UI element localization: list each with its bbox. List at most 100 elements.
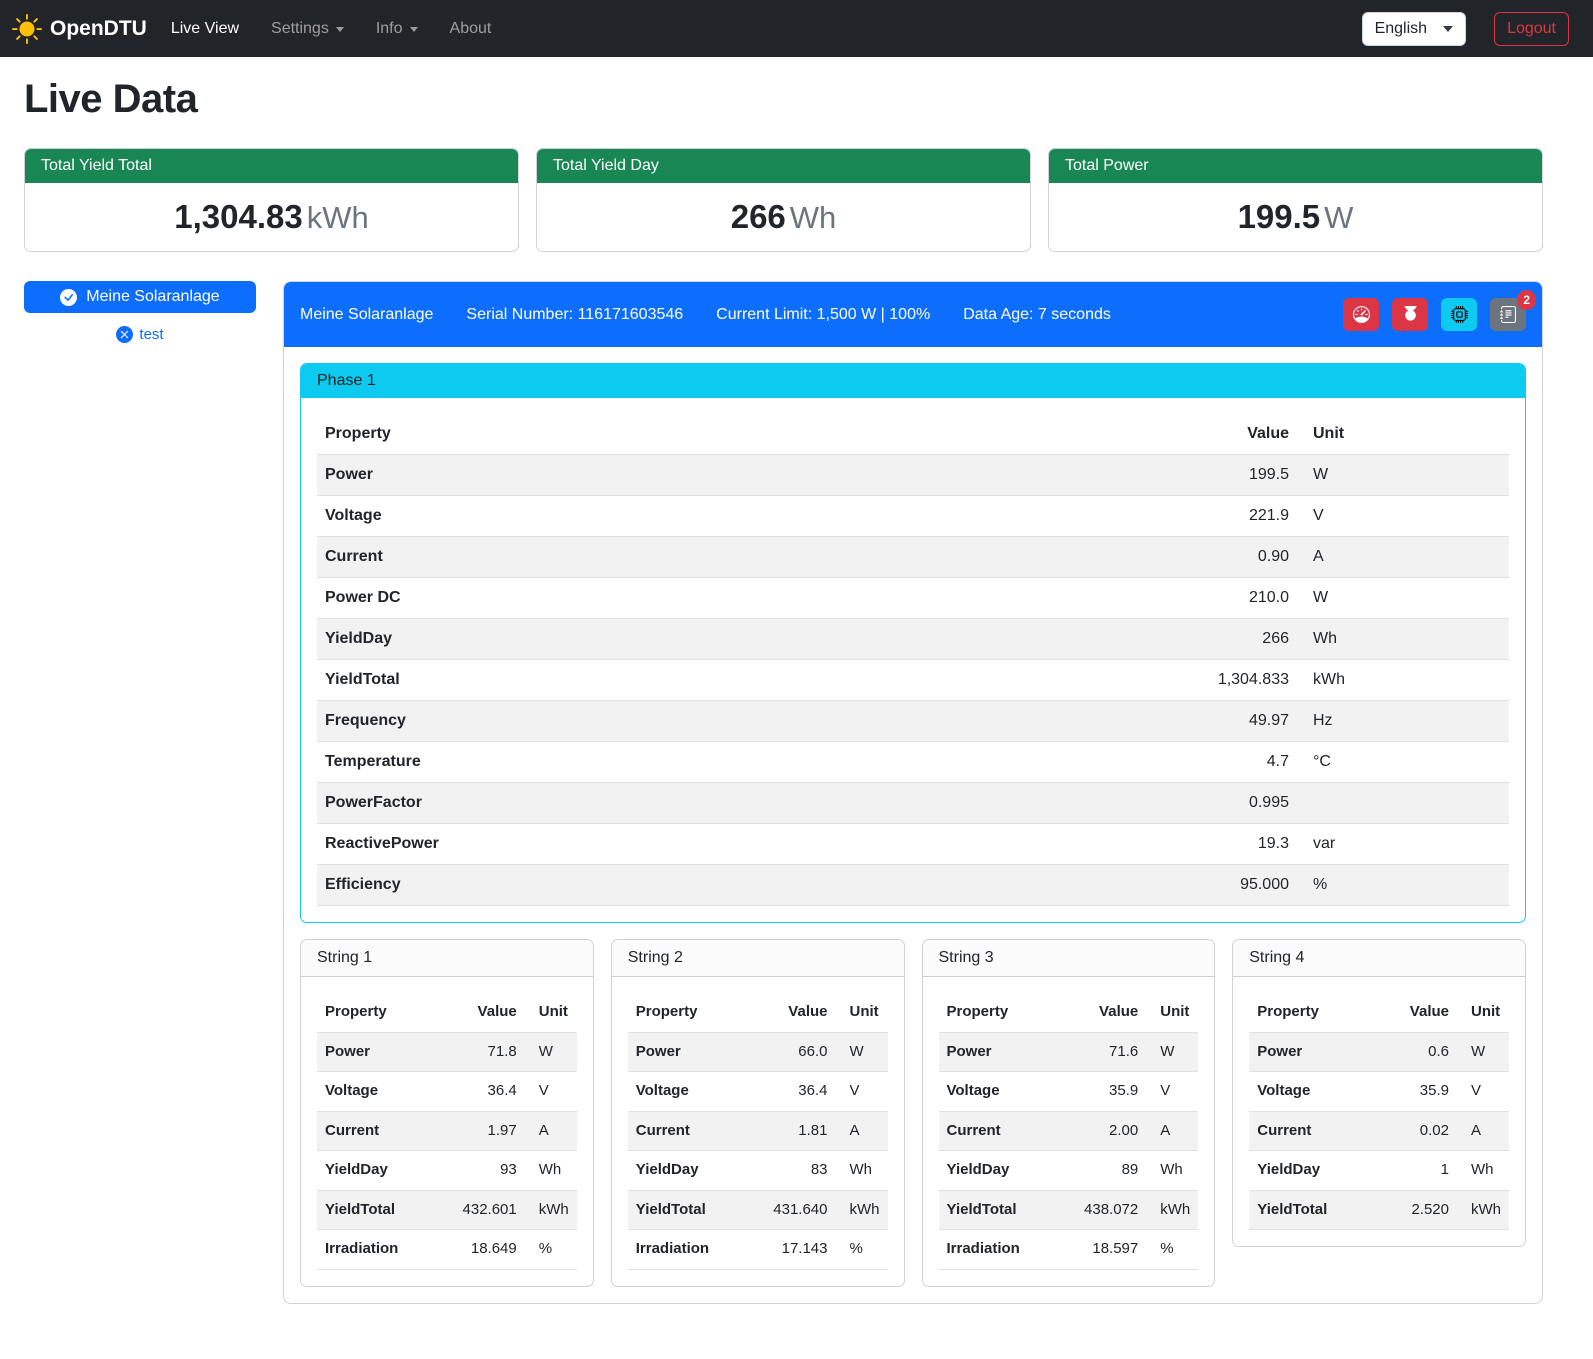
table-row: Voltage221.9V <box>317 496 1509 537</box>
property-cell: YieldDay <box>317 1151 433 1191</box>
property-cell: YieldDay <box>628 1151 744 1191</box>
property-cell: Frequency <box>317 701 903 742</box>
phase-title: Phase 1 <box>301 364 1525 398</box>
event-log-icon <box>1500 306 1517 323</box>
value-cell: 438.072 <box>1055 1190 1146 1230</box>
table-row: Power199.5W <box>317 455 1509 496</box>
summary-card-total-power: Total Power199.5W <box>1048 148 1543 252</box>
unit-cell: W <box>1297 455 1509 496</box>
brand[interactable]: OpenDTU <box>12 14 147 44</box>
table-row: Power0.6W <box>1249 1032 1509 1072</box>
col-property: Property <box>317 414 903 455</box>
check-circle-icon <box>60 289 77 306</box>
table-row: Current1.81A <box>628 1111 888 1151</box>
property-cell: PowerFactor <box>317 783 903 824</box>
string-card-body: PropertyValueUnitPower71.8WVoltage36.4VC… <box>301 977 593 1286</box>
col-unit: Unit <box>836 993 888 1032</box>
logout-button[interactable]: Logout <box>1494 12 1569 46</box>
table-row: Irradiation18.649% <box>317 1230 577 1270</box>
nav-item-settings[interactable]: Settings <box>255 12 360 46</box>
unit-cell: V <box>1146 1072 1198 1112</box>
col-value: Value <box>1376 993 1457 1032</box>
value-cell: 83 <box>744 1151 835 1191</box>
summary-card-unit: kWh <box>307 200 369 235</box>
table-row: YieldDay1Wh <box>1249 1151 1509 1191</box>
language-selected-value: English <box>1375 20 1427 38</box>
power-button[interactable] <box>1392 298 1428 331</box>
string-card-title: String 3 <box>923 940 1215 977</box>
property-cell: Current <box>939 1111 1055 1151</box>
inverter-link-test[interactable]: test <box>24 326 256 343</box>
summary-card-total-yield-total: Total Yield Total1,304.83kWh <box>24 148 519 252</box>
property-cell: Voltage <box>628 1072 744 1112</box>
unit-cell: Wh <box>836 1151 888 1191</box>
summary-card-body: 266Wh <box>537 183 1030 251</box>
unit-cell: kWh <box>1297 660 1509 701</box>
unit-cell: kWh <box>836 1190 888 1230</box>
table-row: Current1.97A <box>317 1111 577 1151</box>
unit-cell: V <box>1457 1072 1509 1112</box>
value-cell: 0.995 <box>903 783 1297 824</box>
property-cell: Power <box>628 1032 744 1072</box>
table-row: Voltage35.9V <box>1249 1072 1509 1112</box>
table-row: YieldDay83Wh <box>628 1151 888 1191</box>
property-cell: Temperature <box>317 742 903 783</box>
data-table: PropertyValueUnitPower199.5WVoltage221.9… <box>317 414 1509 906</box>
nav-links: Live ViewSettingsInfoAbout <box>155 12 508 46</box>
value-cell: 1.97 <box>433 1111 524 1151</box>
property-cell: Power <box>317 1032 433 1072</box>
property-cell: Voltage <box>317 496 903 537</box>
gauge-icon <box>1353 306 1370 323</box>
property-cell: Voltage <box>939 1072 1055 1112</box>
phase-card: Phase 1 PropertyValueUnitPower199.5WVolt… <box>300 363 1526 923</box>
string-card-title: String 1 <box>301 940 593 977</box>
unit-cell: °C <box>1297 742 1509 783</box>
value-cell: 4.7 <box>903 742 1297 783</box>
string-card-body: PropertyValueUnitPower66.0WVoltage36.4VC… <box>612 977 904 1286</box>
property-cell: YieldTotal <box>628 1190 744 1230</box>
x-circle-icon <box>116 326 133 343</box>
table-row: Voltage36.4V <box>317 1072 577 1112</box>
unit-cell: A <box>1297 537 1509 578</box>
cpu-button[interactable] <box>1441 298 1477 331</box>
unit-cell: V <box>836 1072 888 1112</box>
data-table: PropertyValueUnitPower71.8WVoltage36.4VC… <box>317 993 577 1270</box>
data-table: PropertyValueUnitPower66.0WVoltage36.4VC… <box>628 993 888 1270</box>
inverter-panel-header: Meine Solaranlage Serial Number: 1161716… <box>284 282 1542 347</box>
table-row: ReactivePower19.3var <box>317 824 1509 865</box>
string-card-body: PropertyValueUnitPower0.6WVoltage35.9VCu… <box>1233 977 1525 1246</box>
nav-item-live-view[interactable]: Live View <box>155 12 255 46</box>
inverter-button-meine-solaranlage[interactable]: Meine Solaranlage <box>24 281 256 313</box>
unit-cell: V <box>1297 496 1509 537</box>
value-cell: 18.649 <box>433 1230 524 1270</box>
string-card-body: PropertyValueUnitPower71.6WVoltage35.9VC… <box>923 977 1215 1286</box>
inverter-data-age: Data Age: 7 seconds <box>963 306 1111 324</box>
event-log-button[interactable]: 2 <box>1490 298 1526 331</box>
summary-card-title: Total Power <box>1049 149 1542 183</box>
value-cell: 93 <box>433 1151 524 1191</box>
string-card-title: String 4 <box>1233 940 1525 977</box>
sun-logo-icon <box>12 14 42 44</box>
table-row: PowerFactor0.995 <box>317 783 1509 824</box>
language-select[interactable]: English <box>1362 12 1466 46</box>
notification-badge: 2 <box>1517 290 1536 310</box>
table-row: Power DC210.0W <box>317 578 1509 619</box>
value-cell: 66.0 <box>744 1032 835 1072</box>
value-cell: 266 <box>903 619 1297 660</box>
unit-cell: % <box>1297 865 1509 906</box>
content-row: Meine Solaranlage test Meine Solaranlage … <box>24 281 1543 1304</box>
table-row: Frequency49.97Hz <box>317 701 1509 742</box>
inverter-link-label: test <box>139 326 163 343</box>
property-cell: Voltage <box>317 1072 433 1112</box>
value-cell: 0.90 <box>903 537 1297 578</box>
property-cell: Power <box>939 1032 1055 1072</box>
nav-item-info[interactable]: Info <box>360 12 434 46</box>
col-value: Value <box>433 993 524 1032</box>
table-row: YieldDay266Wh <box>317 619 1509 660</box>
property-cell: Irradiation <box>628 1230 744 1270</box>
value-cell: 35.9 <box>1376 1072 1457 1112</box>
table-row: YieldTotal438.072kWh <box>939 1190 1199 1230</box>
summary-cards-row: Total Yield Total1,304.83kWhTotal Yield … <box>24 148 1543 252</box>
gauge-button[interactable] <box>1343 298 1379 331</box>
nav-item-about[interactable]: About <box>434 12 508 46</box>
